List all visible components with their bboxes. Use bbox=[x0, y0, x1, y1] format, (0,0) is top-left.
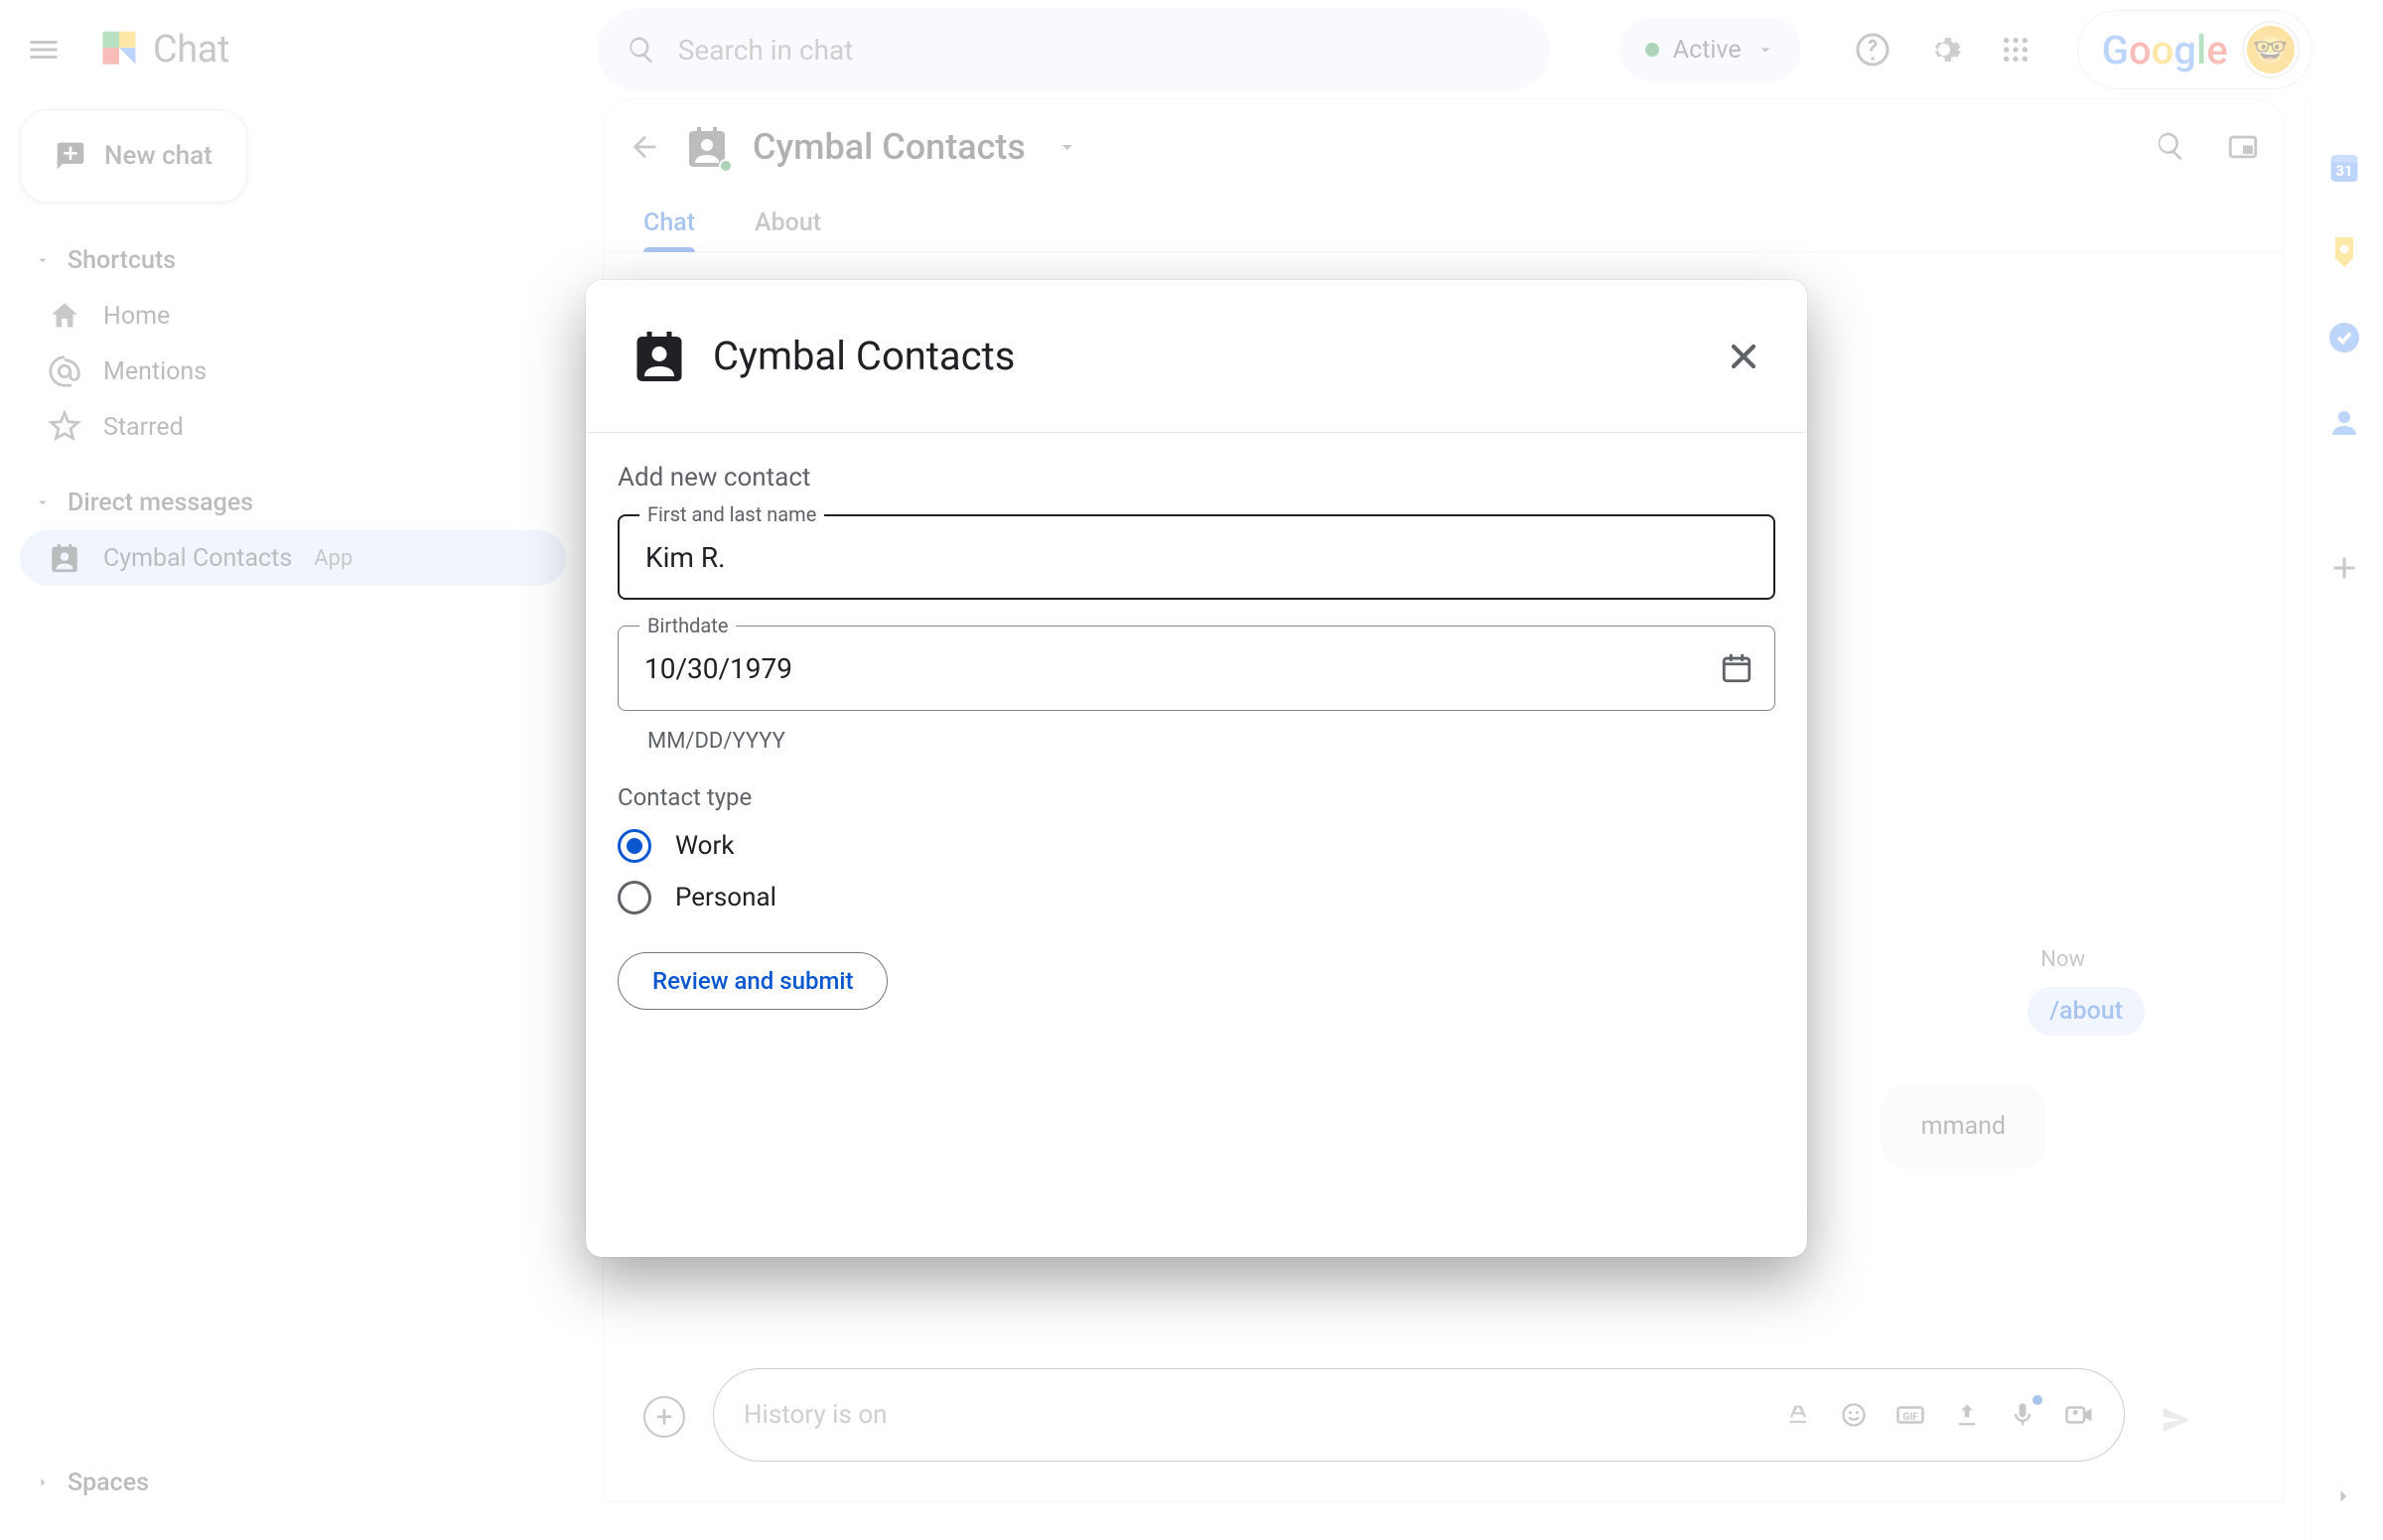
radio-work[interactable]: Work bbox=[618, 829, 1775, 863]
birthdate-field-wrap: Birthdate bbox=[618, 626, 1775, 711]
dialog-app-icon bbox=[630, 327, 689, 386]
birthdate-field-label: Birthdate bbox=[639, 614, 736, 637]
dialog-header: Cymbal Contacts bbox=[586, 280, 1807, 433]
radio-work-control[interactable] bbox=[618, 829, 651, 863]
calendar-picker-icon[interactable] bbox=[1720, 651, 1753, 685]
contacts-app-icon bbox=[630, 327, 689, 386]
birthdate-helper: MM/DD/YYYY bbox=[647, 729, 1775, 754]
radio-work-label: Work bbox=[675, 831, 735, 861]
review-submit-button[interactable]: Review and submit bbox=[618, 952, 888, 1010]
dialog-body: Add new contact First and last name Birt… bbox=[586, 433, 1807, 1257]
radio-personal[interactable]: Personal bbox=[618, 881, 1775, 914]
name-input[interactable] bbox=[618, 514, 1775, 600]
name-field-label: First and last name bbox=[639, 502, 824, 526]
close-icon[interactable] bbox=[1724, 337, 1763, 376]
dialog-add-contact: Cymbal Contacts Add new contact First an… bbox=[586, 280, 1807, 1257]
contact-type-label: Contact type bbox=[618, 783, 1775, 811]
dialog-subtitle: Add new contact bbox=[618, 463, 1775, 492]
dialog-title: Cymbal Contacts bbox=[713, 333, 1015, 379]
birthdate-input[interactable] bbox=[618, 626, 1775, 711]
radio-personal-label: Personal bbox=[675, 883, 776, 912]
name-field-wrap: First and last name bbox=[618, 514, 1775, 600]
radio-personal-control[interactable] bbox=[618, 881, 651, 914]
